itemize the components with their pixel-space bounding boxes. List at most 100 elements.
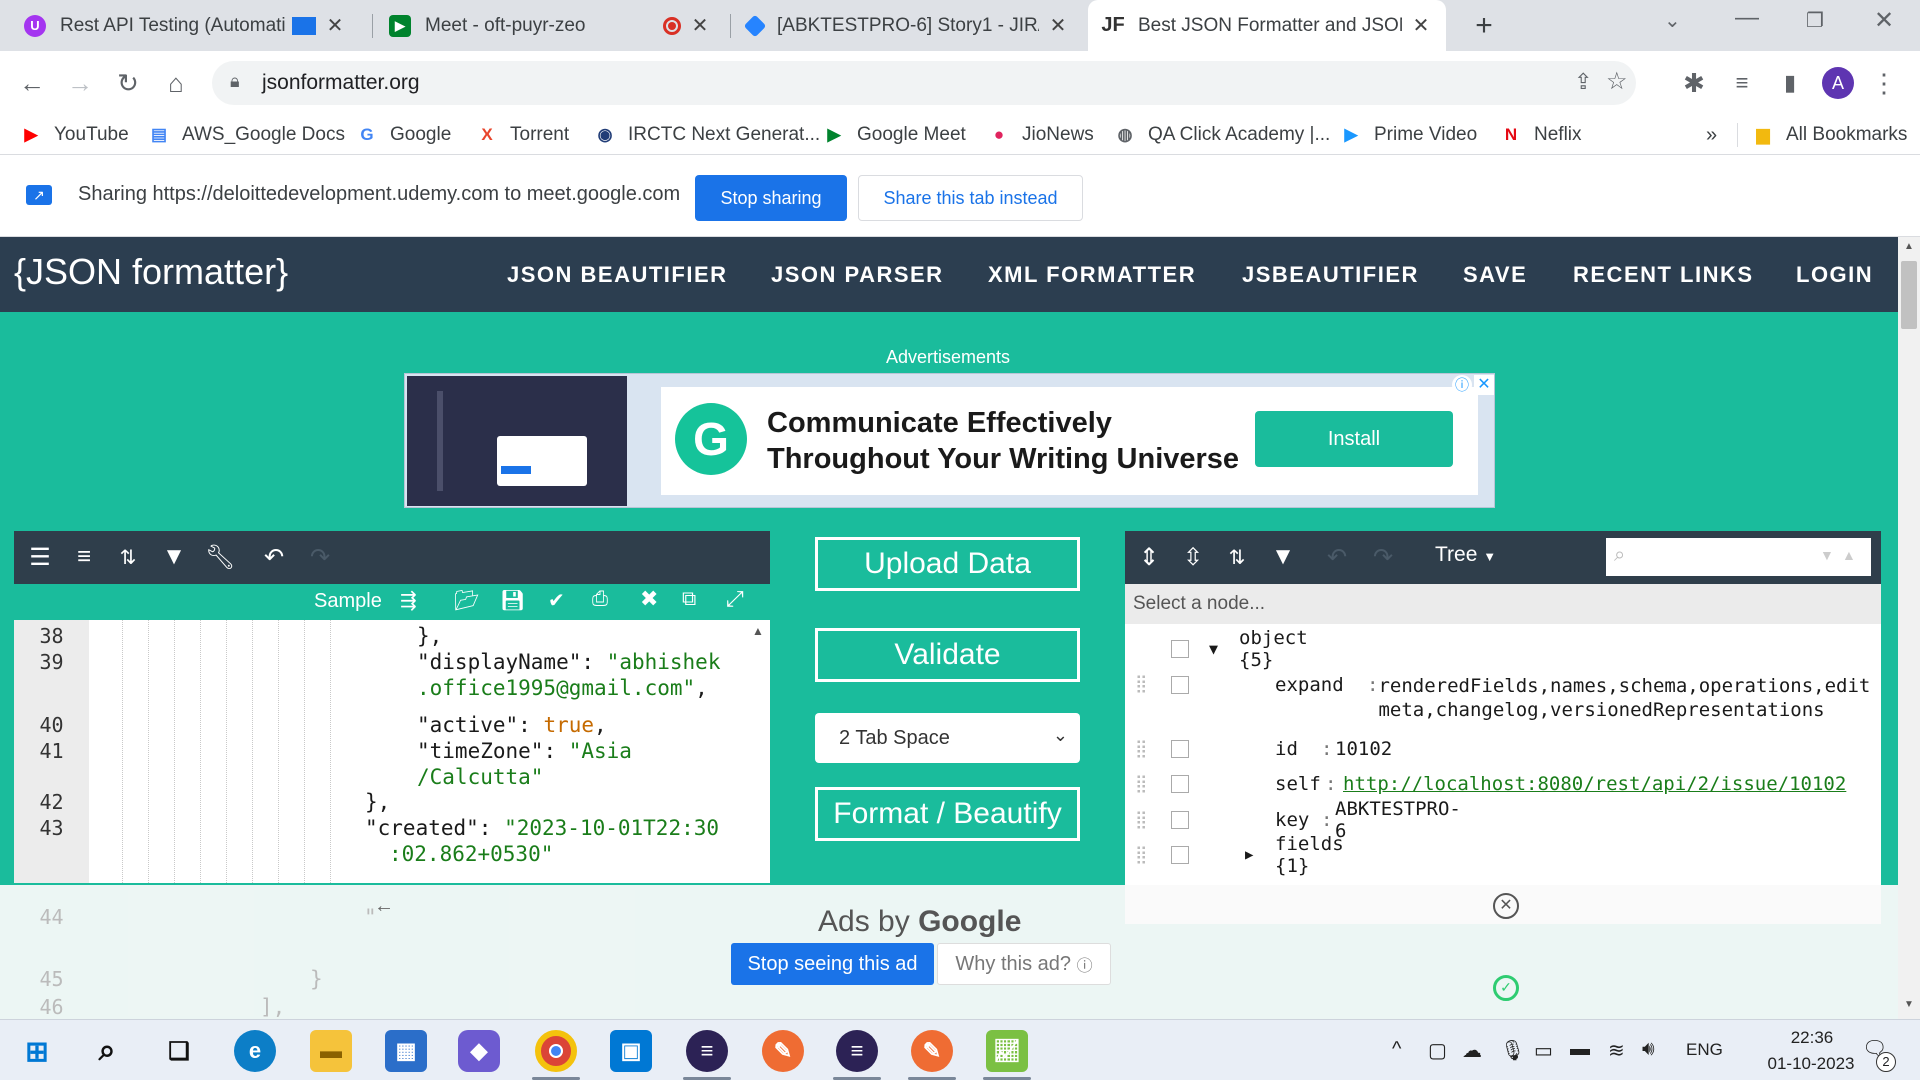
drag-handle-icon[interactable]: ⣿ [1135, 774, 1148, 794]
open-folder-icon[interactable]: 📂︎ [454, 588, 479, 613]
scroll-up-arrow[interactable]: ▲ [752, 624, 764, 638]
postman-icon[interactable]: ✎ [762, 1030, 804, 1072]
validate-button[interactable]: Validate [815, 628, 1080, 682]
indent-select[interactable]: 2 Tab Space ⌄ [815, 713, 1080, 763]
ad-info-icon[interactable]: ⓘ [1452, 375, 1472, 395]
nav-recent-links[interactable]: RECENT LINKS [1573, 237, 1754, 312]
save-icon[interactable]: 💾︎ [500, 588, 525, 613]
bookmark-google-meet[interactable]: ▶ Google Meet [823, 115, 965, 155]
tab-jsonformatter[interactable]: JF Best JSON Formatter and JSON V ✕ [1088, 0, 1446, 51]
device-icon[interactable]: ▢ [1428, 1038, 1447, 1063]
new-tab-button[interactable]: + [1466, 8, 1502, 44]
nav-jsbeautifier[interactable]: JSBEAUTIFIER [1242, 237, 1419, 312]
bookmark-jionews[interactable]: ● JioNews [988, 115, 1094, 155]
tree-view[interactable]: ▼ object {5} ⣿ expand : renderedFields,n… [1125, 624, 1881, 924]
bookmark-google[interactable]: G Google [356, 115, 451, 155]
repair-wrench-icon[interactable]: 🔧︎ [204, 541, 236, 573]
ad-close-icon[interactable]: ✕ [1474, 375, 1494, 395]
bookmark-qa-click[interactable]: ◍ QA Click Academy |... [1114, 115, 1331, 155]
display-icon[interactable]: ▭ [1534, 1038, 1553, 1063]
format-icon[interactable]: ☰ [24, 541, 56, 573]
stop-seeing-ad-button[interactable]: Stop seeing this ad [731, 943, 934, 985]
arrow-left-icon[interactable]: ← [374, 895, 394, 918]
media-icon[interactable]: ≡ [1724, 65, 1760, 101]
ad-install-button[interactable]: Install [1255, 411, 1453, 467]
postman-icon[interactable]: ✎ [911, 1030, 953, 1072]
close-icon[interactable]: ✕ [689, 13, 711, 38]
upload-data-button[interactable]: Upload Data [815, 537, 1080, 591]
close-icon[interactable]: ✕ [1047, 13, 1069, 38]
bookmark-irctc[interactable]: ◉ IRCTC Next Generat... [594, 115, 821, 155]
tab-udemy[interactable]: U Rest API Testing (Automatio ✕ [10, 0, 360, 51]
nav-json-beautifier[interactable]: JSON BEAUTIFIER [507, 237, 728, 312]
expand-triangle-icon[interactable]: ▼ [1209, 640, 1218, 658]
bookmark-aws-docs[interactable]: ▤ AWS_Google Docs [148, 115, 345, 155]
filter-icon[interactable]: ▼ [158, 541, 190, 573]
collapse-all-icon[interactable]: ⇳ [1177, 541, 1209, 573]
clear-icon[interactable]: ✖ [640, 586, 658, 612]
bookmarks-overflow[interactable]: » [1706, 115, 1717, 155]
code-editor[interactable]: 38}, 39 "displayName": "abhishek .office199… [14, 620, 770, 883]
nav-save[interactable]: SAVE [1463, 237, 1527, 312]
profile-avatar[interactable]: A [1822, 67, 1854, 99]
sort-icon[interactable]: ⇅ [1221, 541, 1253, 573]
chrome-icon[interactable] [535, 1030, 577, 1072]
scroll-up-arrow[interactable]: ▲ [1904, 241, 1914, 252]
share-link-icon[interactable]: ⇶ [400, 588, 417, 613]
reload-button[interactable]: ↻ [110, 65, 146, 101]
bookmark-prime[interactable]: ▶ Prime Video [1340, 115, 1477, 155]
tab-search-icon[interactable]: ⌄ [1664, 8, 1681, 33]
forward-button[interactable]: → [62, 65, 98, 101]
drag-handle-icon[interactable]: ⣿ [1135, 810, 1148, 830]
filter-icon[interactable]: ▼ [1267, 541, 1299, 573]
tab-meet[interactable]: ▶ Meet - oft-puyr-zeo ✕ [375, 0, 725, 51]
copy-icon[interactable]: ⧉ [682, 588, 696, 611]
tab-jira[interactable]: [ABKTESTPRO-6] Story1 - JIRA ✕ [733, 0, 1083, 51]
search-icon[interactable]: ⌕ [86, 1030, 128, 1072]
drag-handle-icon[interactable]: ⣿ [1135, 739, 1148, 759]
nav-json-parser[interactable]: JSON PARSER [771, 237, 944, 312]
page-scrollbar[interactable]: ▲ ▼ [1898, 237, 1920, 1019]
scrollbar-thumb[interactable] [1901, 261, 1917, 329]
undo-icon[interactable]: ↶ [1321, 541, 1353, 573]
search-prev-icon[interactable]: ▼ [1820, 547, 1834, 563]
drag-handle-icon[interactable]: ⣿ [1135, 674, 1148, 694]
address-bar[interactable]: 🔒︎ jsonformatter.org ⇪ ☆ [212, 61, 1636, 105]
task-view-icon[interactable]: ❑ [158, 1030, 200, 1072]
wifi-icon[interactable]: ≋ [1608, 1038, 1625, 1063]
expand-all-icon[interactable]: ⇕ [1133, 541, 1165, 573]
all-bookmarks[interactable]: ▆ All Bookmarks [1752, 115, 1907, 155]
validate-check-icon[interactable]: ✔ [548, 588, 565, 613]
battery-icon[interactable]: ▬ [1570, 1038, 1590, 1061]
volume-icon[interactable]: 🔊︎ [1642, 1038, 1655, 1061]
onedrive-cloud-icon[interactable]: ☁ [1462, 1038, 1482, 1063]
scroll-down-arrow[interactable]: ▼ [1904, 999, 1914, 1010]
minimize-button[interactable]: — [1735, 4, 1759, 32]
redo-icon[interactable]: ↷ [1367, 541, 1399, 573]
bookmark-torrent[interactable]: X Torrent [476, 115, 569, 155]
bookmark-netflix[interactable]: N Neflix [1500, 115, 1582, 155]
excel-chart-icon[interactable]: 📈︎ [986, 1030, 1028, 1072]
site-logo[interactable]: {JSON formatter} [14, 251, 288, 293]
back-button[interactable]: ← [14, 65, 50, 101]
nav-xml-formatter[interactable]: XML FORMATTER [988, 237, 1196, 312]
bookmark-star-icon[interactable]: ☆ [1606, 67, 1628, 96]
menu-icon[interactable]: ⋮ [1866, 65, 1902, 101]
chevron-up-icon[interactable]: ^ [1392, 1038, 1401, 1061]
close-icon[interactable]: ✕ [1410, 13, 1432, 38]
fullscreen-icon[interactable]: ⤢ [726, 586, 744, 612]
microphone-icon[interactable]: 🎙︎ [1500, 1038, 1525, 1063]
side-panel-icon[interactable]: ▮ [1772, 65, 1808, 101]
tree-search-input[interactable]: ⌕ ▼ ▲ [1606, 538, 1871, 576]
close-icon[interactable]: ✕ [324, 13, 346, 38]
eclipse-icon[interactable]: ≡ [686, 1030, 728, 1072]
print-icon[interactable]: ⎙ [592, 588, 608, 611]
file-explorer-icon[interactable]: ▬ [310, 1030, 352, 1072]
share-icon[interactable]: ⇪ [1574, 69, 1592, 95]
language-indicator[interactable]: ENG [1686, 1040, 1723, 1060]
remote-desktop-icon[interactable]: ▣ [610, 1030, 652, 1072]
search-next-icon[interactable]: ▲ [1842, 547, 1856, 563]
restore-button[interactable]: ❐ [1806, 8, 1824, 33]
nav-login[interactable]: LOGIN [1796, 237, 1873, 312]
store-icon[interactable]: ▦ [385, 1030, 427, 1072]
